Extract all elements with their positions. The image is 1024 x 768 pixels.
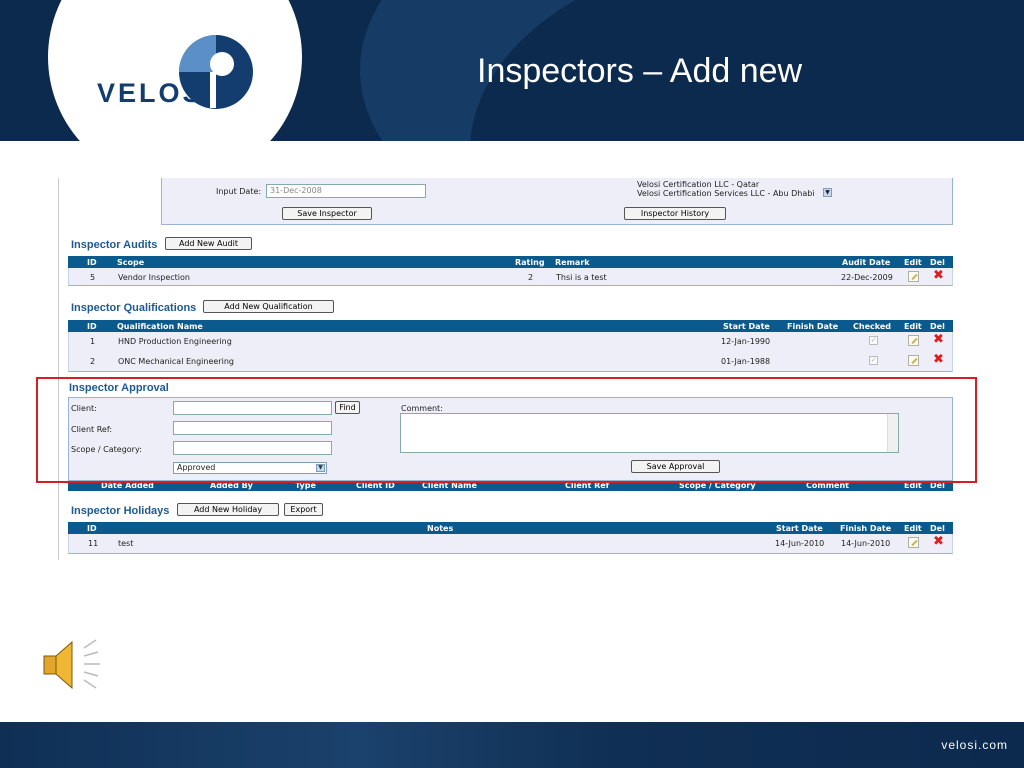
input-date-field[interactable]: 31-Dec-2008: [266, 184, 426, 198]
col-edit: Edit: [904, 524, 922, 533]
qualification-start: 01-Jan-1988: [721, 357, 771, 366]
col-id: ID: [87, 258, 97, 267]
col-remark: Remark: [555, 258, 590, 267]
delete-icon[interactable]: ✖: [933, 269, 944, 283]
table-row: 2 ONC Mechanical Engineering 01-Jan-1988…: [68, 352, 953, 372]
col-scope: Scope: [117, 258, 145, 267]
velosi-logo-icon: [179, 35, 253, 109]
qualification-name: HND Production Engineering: [118, 337, 232, 346]
qualification-id: 1: [90, 337, 96, 346]
audit-scope: Vendor Inspection: [118, 273, 190, 282]
checked-checkbox[interactable]: ✓: [869, 336, 878, 345]
save-inspector-button[interactable]: Save Inspector: [282, 207, 372, 220]
col-del: Del: [930, 524, 945, 533]
audit-rating: 2: [528, 273, 534, 282]
col-checked: Checked: [853, 322, 891, 331]
col-start-date: Start Date: [776, 524, 823, 533]
footer-url: velosi.com: [941, 738, 1008, 752]
table-row: 11 test 14-Jun-2010 14-Jun-2010 ✖: [68, 534, 953, 554]
add-new-holiday-button[interactable]: Add New Holiday: [177, 503, 279, 516]
listbox-scroll-down-icon[interactable]: ▼: [823, 188, 832, 197]
input-date-label: Input Date:: [216, 187, 262, 196]
add-new-audit-button[interactable]: Add New Audit: [165, 237, 252, 250]
company-listbox[interactable]: Velosi Certification LLC - Qatar Velosi …: [636, 178, 832, 204]
col-finish-date: Finish Date: [787, 322, 839, 331]
qualifications-table-header: ID Qualification Name Start Date Finish …: [68, 320, 953, 332]
edit-icon[interactable]: [908, 335, 919, 346]
col-del: Del: [930, 258, 945, 267]
edit-icon[interactable]: [908, 355, 919, 366]
table-row: 1 HND Production Engineering 12-Jan-1990…: [68, 332, 953, 352]
audits-table-header: ID Scope Rating Remark Audit Date Edit D…: [68, 256, 953, 268]
footer-gradient: [0, 722, 1024, 768]
col-qualification-name: Qualification Name: [117, 322, 203, 331]
holiday-id: 11: [88, 539, 99, 548]
inspector-qualifications-title: Inspector Qualifications: [71, 302, 197, 314]
slide-title: Inspectors – Add new: [477, 52, 803, 90]
audit-id: 5: [90, 273, 96, 282]
inspector-form-screenshot: Input Date: 31-Dec-2008 Save Inspector V…: [58, 178, 956, 560]
col-del: Del: [930, 322, 945, 331]
col-start-date: Start Date: [723, 322, 770, 331]
speaker-icon[interactable]: [40, 636, 104, 696]
inspector-audits-title: Inspector Audits: [71, 239, 158, 251]
add-new-qualification-button[interactable]: Add New Qualification: [203, 300, 334, 313]
company-list-item[interactable]: Velosi Certification LLC - Qatar: [637, 180, 759, 189]
qualification-id: 2: [90, 357, 96, 366]
delete-icon[interactable]: ✖: [933, 333, 944, 347]
col-audit-date: Audit Date: [842, 258, 891, 267]
holidays-table-header: ID Notes Start Date Finish Date Edit Del: [68, 522, 953, 534]
col-rating: Rating: [515, 258, 545, 267]
col-id: ID: [87, 322, 97, 331]
col-id: ID: [87, 524, 97, 533]
slide-footer: velosi.com: [0, 722, 1024, 768]
audit-remark: Thsi is a test: [556, 273, 607, 282]
checked-checkbox[interactable]: ✓: [869, 356, 878, 365]
approval-highlight-box: [36, 377, 977, 483]
col-notes: Notes: [427, 524, 454, 533]
company-list-item[interactable]: Velosi Certification Services LLC - Abu …: [637, 189, 815, 198]
holiday-notes: test: [118, 539, 134, 548]
audit-date: 22-Dec-2009: [841, 273, 893, 282]
delete-icon[interactable]: ✖: [933, 353, 944, 367]
left-border: [58, 178, 59, 560]
inspector-history-button[interactable]: Inspector History: [624, 207, 726, 220]
col-edit: Edit: [904, 258, 922, 267]
qualification-start: 12-Jan-1990: [721, 337, 771, 346]
qualification-name: ONC Mechanical Engineering: [118, 357, 234, 366]
holiday-finish: 14-Jun-2010: [841, 539, 891, 548]
holiday-start: 14-Jun-2010: [775, 539, 825, 548]
delete-icon[interactable]: ✖: [933, 535, 944, 549]
export-button[interactable]: Export: [284, 503, 323, 516]
col-finish-date: Finish Date: [840, 524, 892, 533]
edit-icon[interactable]: [908, 271, 919, 282]
table-row: 5 Vendor Inspection 2 Thsi is a test 22-…: [68, 268, 953, 286]
inspector-holidays-title: Inspector Holidays: [71, 505, 170, 517]
edit-icon[interactable]: [908, 537, 919, 548]
inspector-details-panel: Input Date: 31-Dec-2008 Save Inspector V…: [161, 178, 953, 225]
col-edit: Edit: [904, 322, 922, 331]
